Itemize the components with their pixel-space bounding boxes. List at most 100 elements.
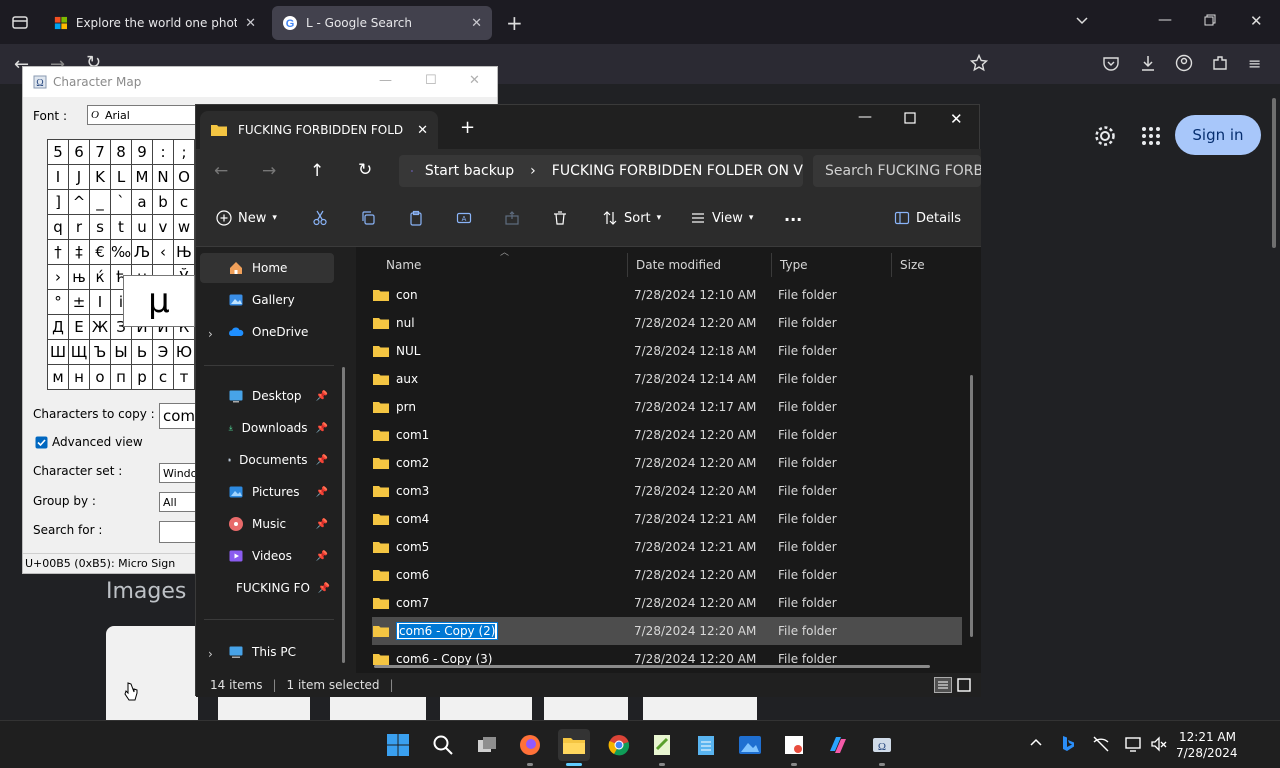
character-cell[interactable]: 9: [132, 140, 153, 165]
character-cell[interactable]: ±: [69, 290, 90, 315]
character-cell[interactable]: t: [111, 215, 132, 240]
character-cell[interactable]: c: [174, 190, 195, 215]
chrome-icon[interactable]: [603, 729, 635, 761]
file-row[interactable]: com6 - Copy (3) 7/28/2024 12:20 AM File fo…: [372, 645, 962, 673]
character-cell[interactable]: І: [90, 290, 111, 315]
character-cell[interactable]: р: [132, 365, 153, 390]
breadcrumb-folder[interactable]: FUCKING FORBIDDEN FOLDER ON V: [552, 163, 803, 179]
firefox-icon[interactable]: [514, 729, 546, 761]
pin-icon[interactable]: 📌: [316, 519, 328, 530]
new-button[interactable]: New ▾: [216, 210, 277, 226]
nav-item-home[interactable]: Home: [200, 253, 334, 283]
character-cell[interactable]: :: [153, 140, 174, 165]
character-map-taskbar-icon[interactable]: Ω: [866, 729, 898, 761]
character-cell[interactable]: r: [69, 215, 90, 240]
rename-icon[interactable]: A: [456, 210, 472, 226]
character-cell[interactable]: Е: [69, 315, 90, 340]
character-cell[interactable]: с: [153, 365, 174, 390]
character-cell[interactable]: †: [48, 240, 69, 265]
close-window-icon[interactable]: ✕: [1250, 12, 1263, 30]
file-row[interactable]: com6 7/28/2024 12:20 AM File folder: [372, 561, 962, 589]
character-cell[interactable]: u: [132, 215, 153, 240]
character-cell[interactable]: 6: [69, 140, 90, 165]
character-cell[interactable]: €: [90, 240, 111, 265]
show-hidden-icons-chevron[interactable]: [1028, 735, 1044, 751]
file-row[interactable]: com1 7/28/2024 12:20 AM File folder: [372, 421, 962, 449]
volume-muted-icon[interactable]: [1150, 735, 1168, 753]
tab-list-icon[interactable]: [10, 12, 30, 32]
nav-item-pictures[interactable]: Pictures 📌: [200, 477, 334, 507]
file-row[interactable]: com3 7/28/2024 12:20 AM File folder: [372, 477, 962, 505]
image-thumbnail[interactable]: [544, 696, 628, 720]
groupby-select[interactable]: All: [159, 492, 197, 512]
nav-item-gallery[interactable]: Gallery: [200, 285, 334, 315]
nav-scrollbar[interactable]: [342, 367, 345, 663]
nav-item-documents[interactable]: Documents 📌: [200, 445, 334, 475]
file-row[interactable]: aux 7/28/2024 12:14 AM File folder: [372, 365, 962, 393]
pin-icon[interactable]: 📌: [316, 455, 328, 466]
character-cell[interactable]: н: [69, 365, 90, 390]
more-options-button[interactable]: ···: [784, 210, 802, 229]
character-cell[interactable]: Ш: [48, 340, 69, 365]
character-cell[interactable]: ‰: [111, 240, 132, 265]
search-icon[interactable]: [427, 729, 459, 761]
character-cell[interactable]: Ж: [90, 315, 111, 340]
character-cell[interactable]: Э: [153, 340, 174, 365]
settings-gear-icon[interactable]: [1093, 124, 1117, 148]
apps-grid-icon[interactable]: [1141, 126, 1161, 146]
file-row[interactable]: prn 7/28/2024 12:17 AM File folder: [372, 393, 962, 421]
character-cell[interactable]: т: [174, 365, 195, 390]
character-cell[interactable]: ќ: [90, 265, 111, 290]
image-thumbnail[interactable]: [106, 626, 198, 720]
character-cell[interactable]: о: [90, 365, 111, 390]
font-select[interactable]: O Arial: [87, 105, 207, 125]
star-icon[interactable]: [970, 54, 988, 72]
pin-icon[interactable]: 📌: [316, 487, 328, 498]
character-cell[interactable]: I: [48, 165, 69, 190]
character-cell[interactable]: 7: [90, 140, 111, 165]
character-cell[interactable]: s: [90, 215, 111, 240]
pin-icon[interactable]: 📌: [316, 423, 328, 434]
taskbar-clock[interactable]: 12:21 AM 7/28/2024: [1176, 729, 1238, 761]
nav-item-videos[interactable]: Videos 📌: [200, 541, 334, 571]
advanced-view-checkbox[interactable]: Advanced view: [35, 435, 143, 449]
extensions-icon[interactable]: [1211, 54, 1229, 72]
character-cell[interactable]: м: [48, 365, 69, 390]
share-icon[interactable]: [504, 210, 520, 226]
menu-icon[interactable]: ≡: [1248, 54, 1261, 73]
character-cell[interactable]: _: [90, 190, 111, 215]
image-thumbnail[interactable]: [330, 696, 426, 720]
browser-tab-google[interactable]: G L - Google Search ✕: [272, 6, 492, 40]
explorer-search-input[interactable]: Search FUCKING FORBIDD: [813, 155, 981, 187]
up-icon[interactable]: ↑: [310, 161, 324, 181]
copy-icon[interactable]: [360, 210, 376, 226]
close-window-icon[interactable]: ✕: [950, 110, 963, 128]
file-row[interactable]: com6 - Copy (2) 7/28/2024 12:20 AM File fo…: [372, 617, 962, 645]
details-view-icon[interactable]: [934, 677, 952, 693]
cut-icon[interactable]: [312, 210, 328, 226]
searchfor-input[interactable]: [159, 521, 197, 543]
file-row[interactable]: com4 7/28/2024 12:21 AM File folder: [372, 505, 962, 533]
horizontal-scrollbar[interactable]: [374, 665, 930, 668]
snipping-tool-icon[interactable]: [778, 729, 810, 761]
character-cell[interactable]: ]: [48, 190, 69, 215]
character-cell[interactable]: ›: [48, 265, 69, 290]
file-row[interactable]: com5 7/28/2024 12:21 AM File folder: [372, 533, 962, 561]
character-cell[interactable]: п: [111, 365, 132, 390]
character-cell[interactable]: ;: [174, 140, 195, 165]
character-cell[interactable]: L: [111, 165, 132, 190]
notepad-plus-icon[interactable]: [646, 729, 678, 761]
character-cell[interactable]: њ: [69, 265, 90, 290]
close-tab-icon[interactable]: ✕: [417, 123, 428, 138]
character-cell[interactable]: Д: [48, 315, 69, 340]
character-cell[interactable]: K: [90, 165, 111, 190]
image-thumbnail[interactable]: [643, 696, 757, 720]
character-cell[interactable]: Ь: [132, 340, 153, 365]
download-icon[interactable]: [1139, 54, 1157, 72]
character-cell[interactable]: v: [153, 215, 174, 240]
character-cell[interactable]: Ъ: [90, 340, 111, 365]
character-cell[interactable]: M: [132, 165, 153, 190]
chars-to-copy-input[interactable]: com: [159, 403, 197, 429]
character-cell[interactable]: b: [153, 190, 174, 215]
character-cell[interactable]: ‹: [153, 240, 174, 265]
